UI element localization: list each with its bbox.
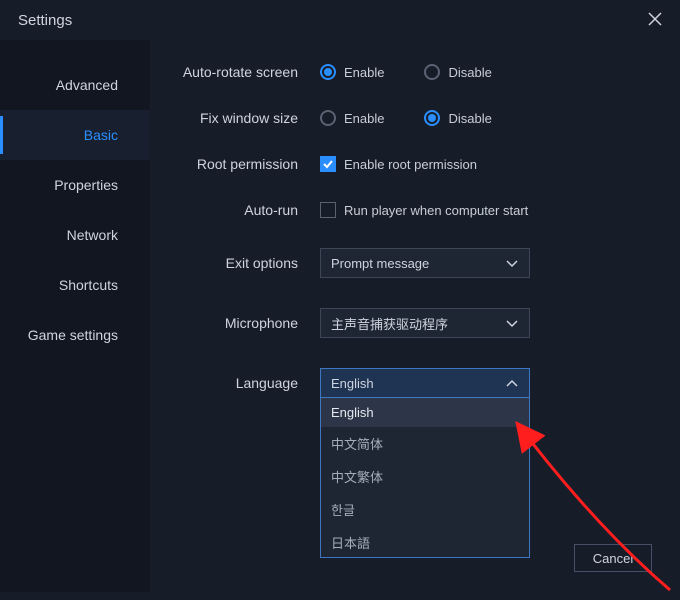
content-panel: Auto-rotate screen Enable Disable Fix wi… xyxy=(150,40,680,592)
radio-icon xyxy=(424,64,440,80)
language-option[interactable]: 中文繁体 xyxy=(321,460,529,493)
autorun-checkbox[interactable]: Run player when computer start xyxy=(320,202,528,218)
auto-rotate-label: Auto-rotate screen xyxy=(170,64,320,80)
sidebar-item-basic[interactable]: Basic xyxy=(0,110,150,160)
language-option[interactable]: 中文简体 xyxy=(321,427,529,460)
auto-rotate-enable-radio[interactable]: Enable xyxy=(320,64,384,80)
chevron-down-icon xyxy=(505,256,519,270)
language-select[interactable]: English xyxy=(320,368,530,398)
sidebar-item-label: Network xyxy=(67,227,118,243)
sidebar: Advanced Basic Properties Network Shortc… xyxy=(0,40,150,592)
auto-rotate-disable-radio[interactable]: Disable xyxy=(424,64,491,80)
fix-window-enable-radio[interactable]: Enable xyxy=(320,110,384,126)
sidebar-item-properties[interactable]: Properties xyxy=(0,160,150,210)
sidebar-item-label: Shortcuts xyxy=(59,277,118,293)
language-option[interactable]: 한글 xyxy=(321,493,529,526)
language-label: Language xyxy=(170,375,320,391)
sidebar-item-label: Advanced xyxy=(56,77,118,93)
exit-select[interactable]: Prompt message xyxy=(320,248,530,278)
chevron-down-icon xyxy=(505,316,519,330)
chevron-up-icon xyxy=(505,376,519,390)
microphone-select[interactable]: 主声音捕获驱动程序 xyxy=(320,308,530,338)
header: Settings xyxy=(0,0,680,40)
radio-icon xyxy=(320,110,336,126)
language-option[interactable]: English xyxy=(321,398,529,427)
sidebar-item-advanced[interactable]: Advanced xyxy=(0,60,150,110)
radio-icon xyxy=(320,64,336,80)
radio-icon xyxy=(424,110,440,126)
checkbox-icon xyxy=(320,202,336,218)
sidebar-item-label: Basic xyxy=(84,127,118,143)
fix-window-disable-radio[interactable]: Disable xyxy=(424,110,491,126)
root-label: Root permission xyxy=(170,156,320,172)
autorun-label: Auto-run xyxy=(170,202,320,218)
close-icon xyxy=(648,12,662,26)
sidebar-item-label: Game settings xyxy=(28,327,118,343)
fix-window-label: Fix window size xyxy=(170,110,320,126)
checkbox-icon xyxy=(320,156,336,172)
close-button[interactable] xyxy=(648,10,662,31)
exit-label: Exit options xyxy=(170,255,320,271)
sidebar-item-network[interactable]: Network xyxy=(0,210,150,260)
root-checkbox[interactable]: Enable root permission xyxy=(320,156,477,172)
sidebar-item-label: Properties xyxy=(54,177,118,193)
cancel-button[interactable]: Cancel xyxy=(574,544,652,572)
sidebar-item-game-settings[interactable]: Game settings xyxy=(0,310,150,360)
microphone-label: Microphone xyxy=(170,315,320,331)
sidebar-item-shortcuts[interactable]: Shortcuts xyxy=(0,260,150,310)
annotation-arrow-icon xyxy=(510,420,680,600)
language-dropdown[interactable]: English 中文简体 中文繁体 한글 日本語 Tiếng Việt xyxy=(320,398,530,558)
window-title: Settings xyxy=(18,12,72,29)
language-option[interactable]: 日本語 xyxy=(321,526,529,558)
